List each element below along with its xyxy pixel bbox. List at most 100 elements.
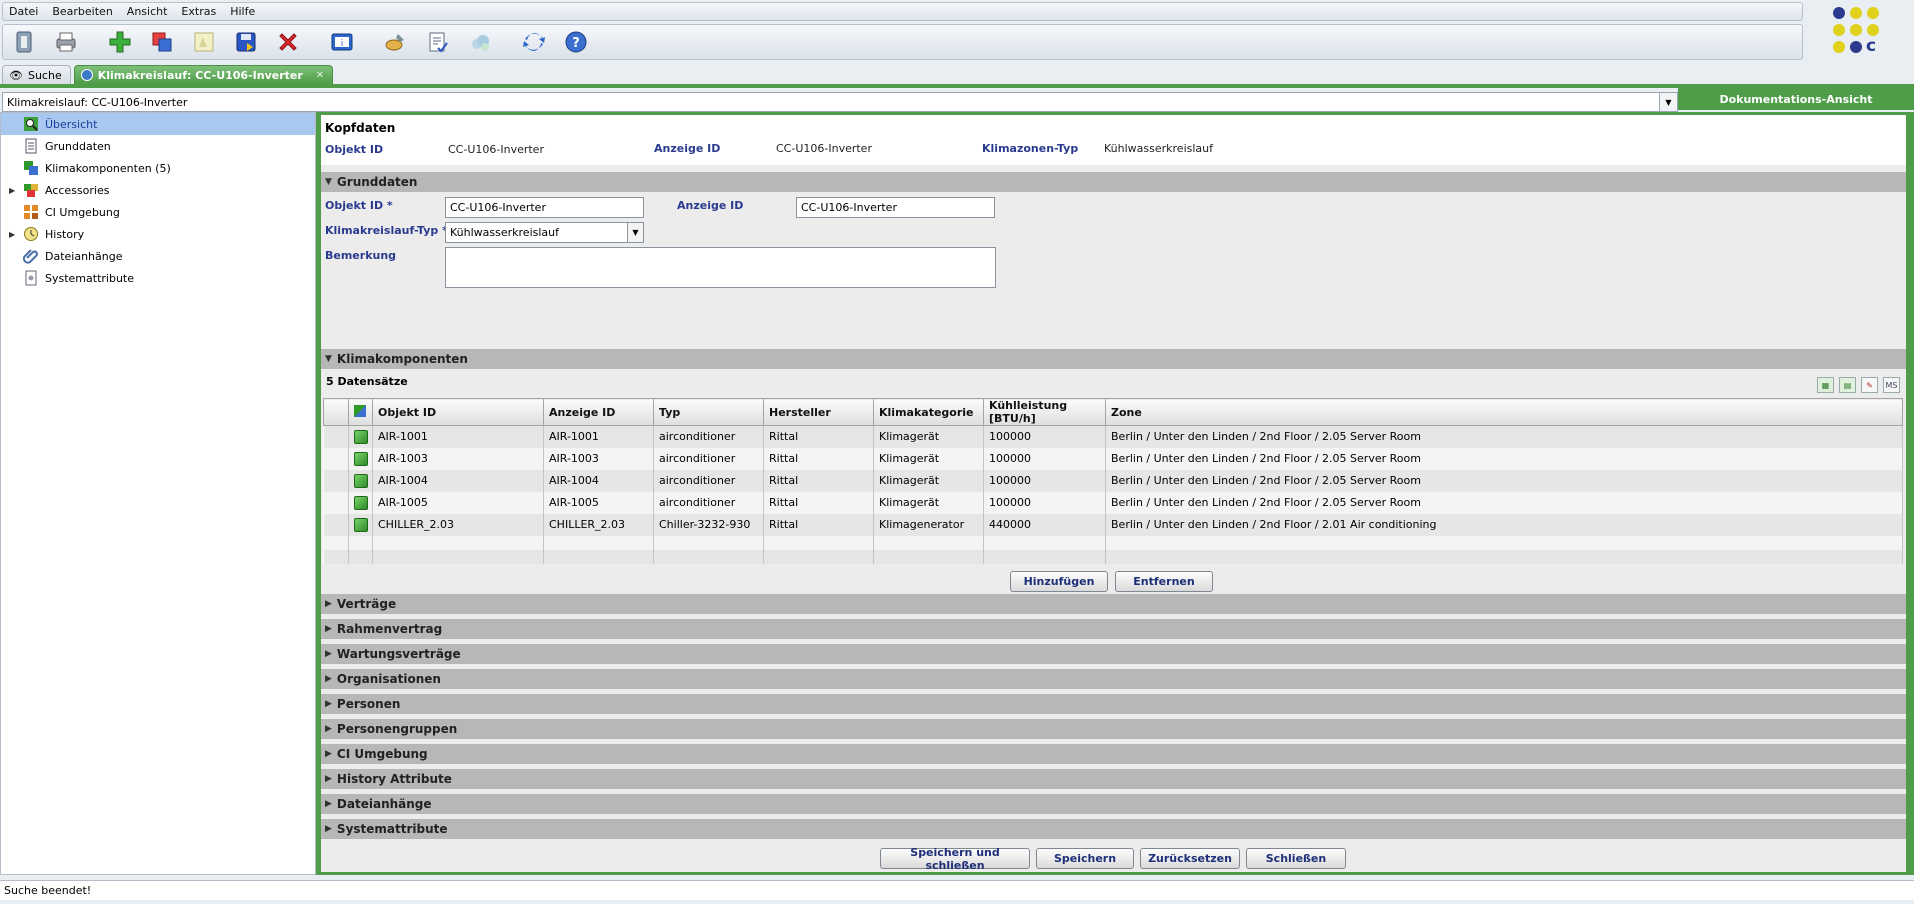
section-dateianhaenge[interactable]: ▶ Dateianhänge: [321, 794, 1906, 814]
menu-extras[interactable]: Extras: [181, 5, 216, 18]
remove-component-button[interactable]: Entfernen: [1115, 571, 1213, 592]
objekt-id-field[interactable]: CC-U106-Inverter: [445, 197, 644, 218]
refresh-button[interactable]: [519, 28, 549, 56]
row-select-cell[interactable]: [323, 491, 349, 514]
section-personengruppen[interactable]: ▶ Personengruppen: [321, 719, 1906, 739]
pdf-export-icon[interactable]: ✎: [1861, 377, 1878, 393]
expand-triangle-icon: ▶: [325, 824, 332, 834]
chevron-down-icon[interactable]: ▼: [627, 223, 643, 242]
column-header-hersteller[interactable]: Hersteller: [763, 398, 874, 426]
section-systemattribute[interactable]: ▶ Systemattribute: [321, 819, 1906, 839]
help-button[interactable]: ?: [561, 28, 591, 56]
expand-triangle-icon: ▶: [325, 649, 332, 659]
report-button[interactable]: [423, 28, 453, 56]
section-history-attribute[interactable]: ▶ History Attribute: [321, 769, 1906, 789]
tree-item-accessories[interactable]: ▶ Accessories: [1, 179, 315, 201]
table-row[interactable]: CHILLER_2.03 CHILLER_2.03 Chiller-3232-9…: [323, 513, 1903, 536]
object-selector[interactable]: Klimakreislauf: CC-U106-Inverter ▼: [2, 92, 1678, 112]
menu-ansicht[interactable]: Ansicht: [127, 5, 168, 18]
record-count: 5 Datensätze: [326, 375, 408, 388]
klimakreislauf-typ-select[interactable]: Kühlwasserkreislauf ▼: [445, 222, 644, 243]
column-header-anzeige-id[interactable]: Anzeige ID: [543, 398, 654, 426]
expand-arrow-icon[interactable]: ▶: [9, 186, 15, 195]
tree-item-history[interactable]: ▶ History: [1, 223, 315, 245]
csv-export-icon[interactable]: ▦: [1817, 377, 1834, 393]
section-vertraege[interactable]: ▶ Verträge: [321, 594, 1906, 614]
tree-item-ci-umgebung[interactable]: CI Umgebung: [1, 201, 315, 223]
column-header-klimakategorie[interactable]: Klimakategorie: [873, 398, 984, 426]
duplicate-button[interactable]: [147, 28, 177, 56]
exit-button[interactable]: [9, 28, 39, 56]
close-button[interactable]: Schließen: [1246, 848, 1346, 869]
column-header-kuehlleistung[interactable]: Kühlleistung [BTU/h]: [983, 398, 1106, 426]
save-button[interactable]: Speichern: [1036, 848, 1134, 869]
tab-suche[interactable]: 👁 Suche: [2, 65, 71, 84]
tree-item-grunddaten[interactable]: Grunddaten: [1, 135, 315, 157]
column-header-objekt-id[interactable]: Objekt ID: [372, 398, 544, 426]
close-icon[interactable]: ✕: [316, 70, 324, 81]
cell-typ: airconditioner: [653, 425, 764, 448]
cell-klimakategorie: Klimagerät: [873, 469, 984, 492]
export-toolbar: ▦ ▤ ✎ MS: [1817, 377, 1900, 393]
tree-item-dateianhaenge[interactable]: Dateianhänge: [1, 245, 315, 267]
column-header-typ[interactable]: Typ: [653, 398, 764, 426]
anzeige-id-field[interactable]: CC-U106-Inverter: [796, 197, 995, 218]
cell-anzeige-id: AIR-1001: [543, 425, 654, 448]
excel-export-icon[interactable]: ▤: [1839, 377, 1856, 393]
info-button[interactable]: i: [327, 28, 357, 56]
reset-button[interactable]: Zurücksetzen: [1140, 848, 1240, 869]
select-column-header[interactable]: [323, 398, 349, 426]
table-row[interactable]: AIR-1005 AIR-1005 airconditioner Rittal …: [323, 491, 1903, 514]
section-rahmenvertrag[interactable]: ▶ Rahmenvertrag: [321, 619, 1906, 639]
tree-item-systemattribute[interactable]: Systemattribute: [1, 267, 315, 289]
menu-bearbeiten[interactable]: Bearbeiten: [52, 5, 112, 18]
cell-klimakategorie: Klimagenerator: [873, 513, 984, 536]
table-row[interactable]: AIR-1001 AIR-1001 airconditioner Rittal …: [323, 425, 1903, 448]
duplicate-icon: [152, 32, 172, 52]
save-button[interactable]: [231, 28, 261, 56]
expand-arrow-icon[interactable]: ▶: [9, 230, 15, 239]
components-icon: [354, 404, 366, 417]
main-panel: Kopfdaten Objekt ID CC-U106-Inverter Anz…: [316, 112, 1914, 875]
cell-typ: airconditioner: [653, 491, 764, 514]
paint-button[interactable]: [381, 28, 411, 56]
row-select-cell[interactable]: [323, 425, 349, 448]
print-button[interactable]: [51, 28, 81, 56]
menu-datei[interactable]: Datei: [9, 5, 38, 18]
row-select-cell[interactable]: [323, 469, 349, 492]
tree-item-uebersicht[interactable]: Übersicht: [1, 113, 315, 135]
cell-objekt-id: AIR-1001: [372, 425, 544, 448]
documentation-view-button[interactable]: Dokumentations-Ansicht: [1678, 88, 1914, 110]
section-ci-umgebung[interactable]: ▶ CI Umgebung: [321, 744, 1906, 764]
table-row[interactable]: AIR-1004 AIR-1004 airconditioner Rittal …: [323, 469, 1903, 492]
save-and-close-button[interactable]: Speichern und schließen: [880, 846, 1030, 872]
chevron-down-icon[interactable]: ▼: [1659, 93, 1677, 111]
kopf-objekt-id-value: CC-U106-Inverter: [448, 143, 544, 156]
bemerkung-textarea[interactable]: [445, 247, 996, 288]
section-wartungsvertraege[interactable]: ▶ Wartungsverträge: [321, 644, 1906, 664]
edit-button[interactable]: [189, 28, 219, 56]
tree-item-klimakomponenten[interactable]: Klimakomponenten (5): [1, 157, 315, 179]
new-button[interactable]: [105, 28, 135, 56]
row-select-cell[interactable]: [323, 513, 349, 536]
status-bar: Suche beendet!: [0, 880, 1914, 900]
cloud-button[interactable]: [465, 28, 495, 56]
ms-export-icon[interactable]: MS: [1883, 377, 1900, 393]
section-personen[interactable]: ▶ Personen: [321, 694, 1906, 714]
grunddaten-header[interactable]: ▼ Grunddaten: [321, 172, 1906, 192]
component-cube-icon: [354, 517, 368, 532]
cell-zone: Berlin / Unter den Linden / 2nd Floor / …: [1105, 491, 1903, 514]
menu-hilfe[interactable]: Hilfe: [230, 5, 255, 18]
row-select-cell[interactable]: [323, 447, 349, 470]
table-row[interactable]: AIR-1003 AIR-1003 airconditioner Rittal …: [323, 447, 1903, 470]
section-organisationen[interactable]: ▶ Organisationen: [321, 669, 1906, 689]
detail-area: Kopfdaten Objekt ID CC-U106-Inverter Anz…: [321, 115, 1906, 872]
klimakomponenten-header[interactable]: ▼ Klimakomponenten: [321, 349, 1906, 369]
tab-klimakreislauf[interactable]: Klimakreislauf: CC-U106-Inverter ✕: [73, 65, 334, 84]
add-component-button[interactable]: Hinzufügen: [1010, 571, 1108, 592]
delete-button[interactable]: [273, 28, 303, 56]
kopfdaten-section: Kopfdaten Objekt ID CC-U106-Inverter Anz…: [321, 115, 1906, 165]
type-icon-column-header[interactable]: [348, 398, 373, 426]
grid-icon: [23, 204, 39, 220]
column-header-zone[interactable]: Zone: [1105, 398, 1903, 426]
